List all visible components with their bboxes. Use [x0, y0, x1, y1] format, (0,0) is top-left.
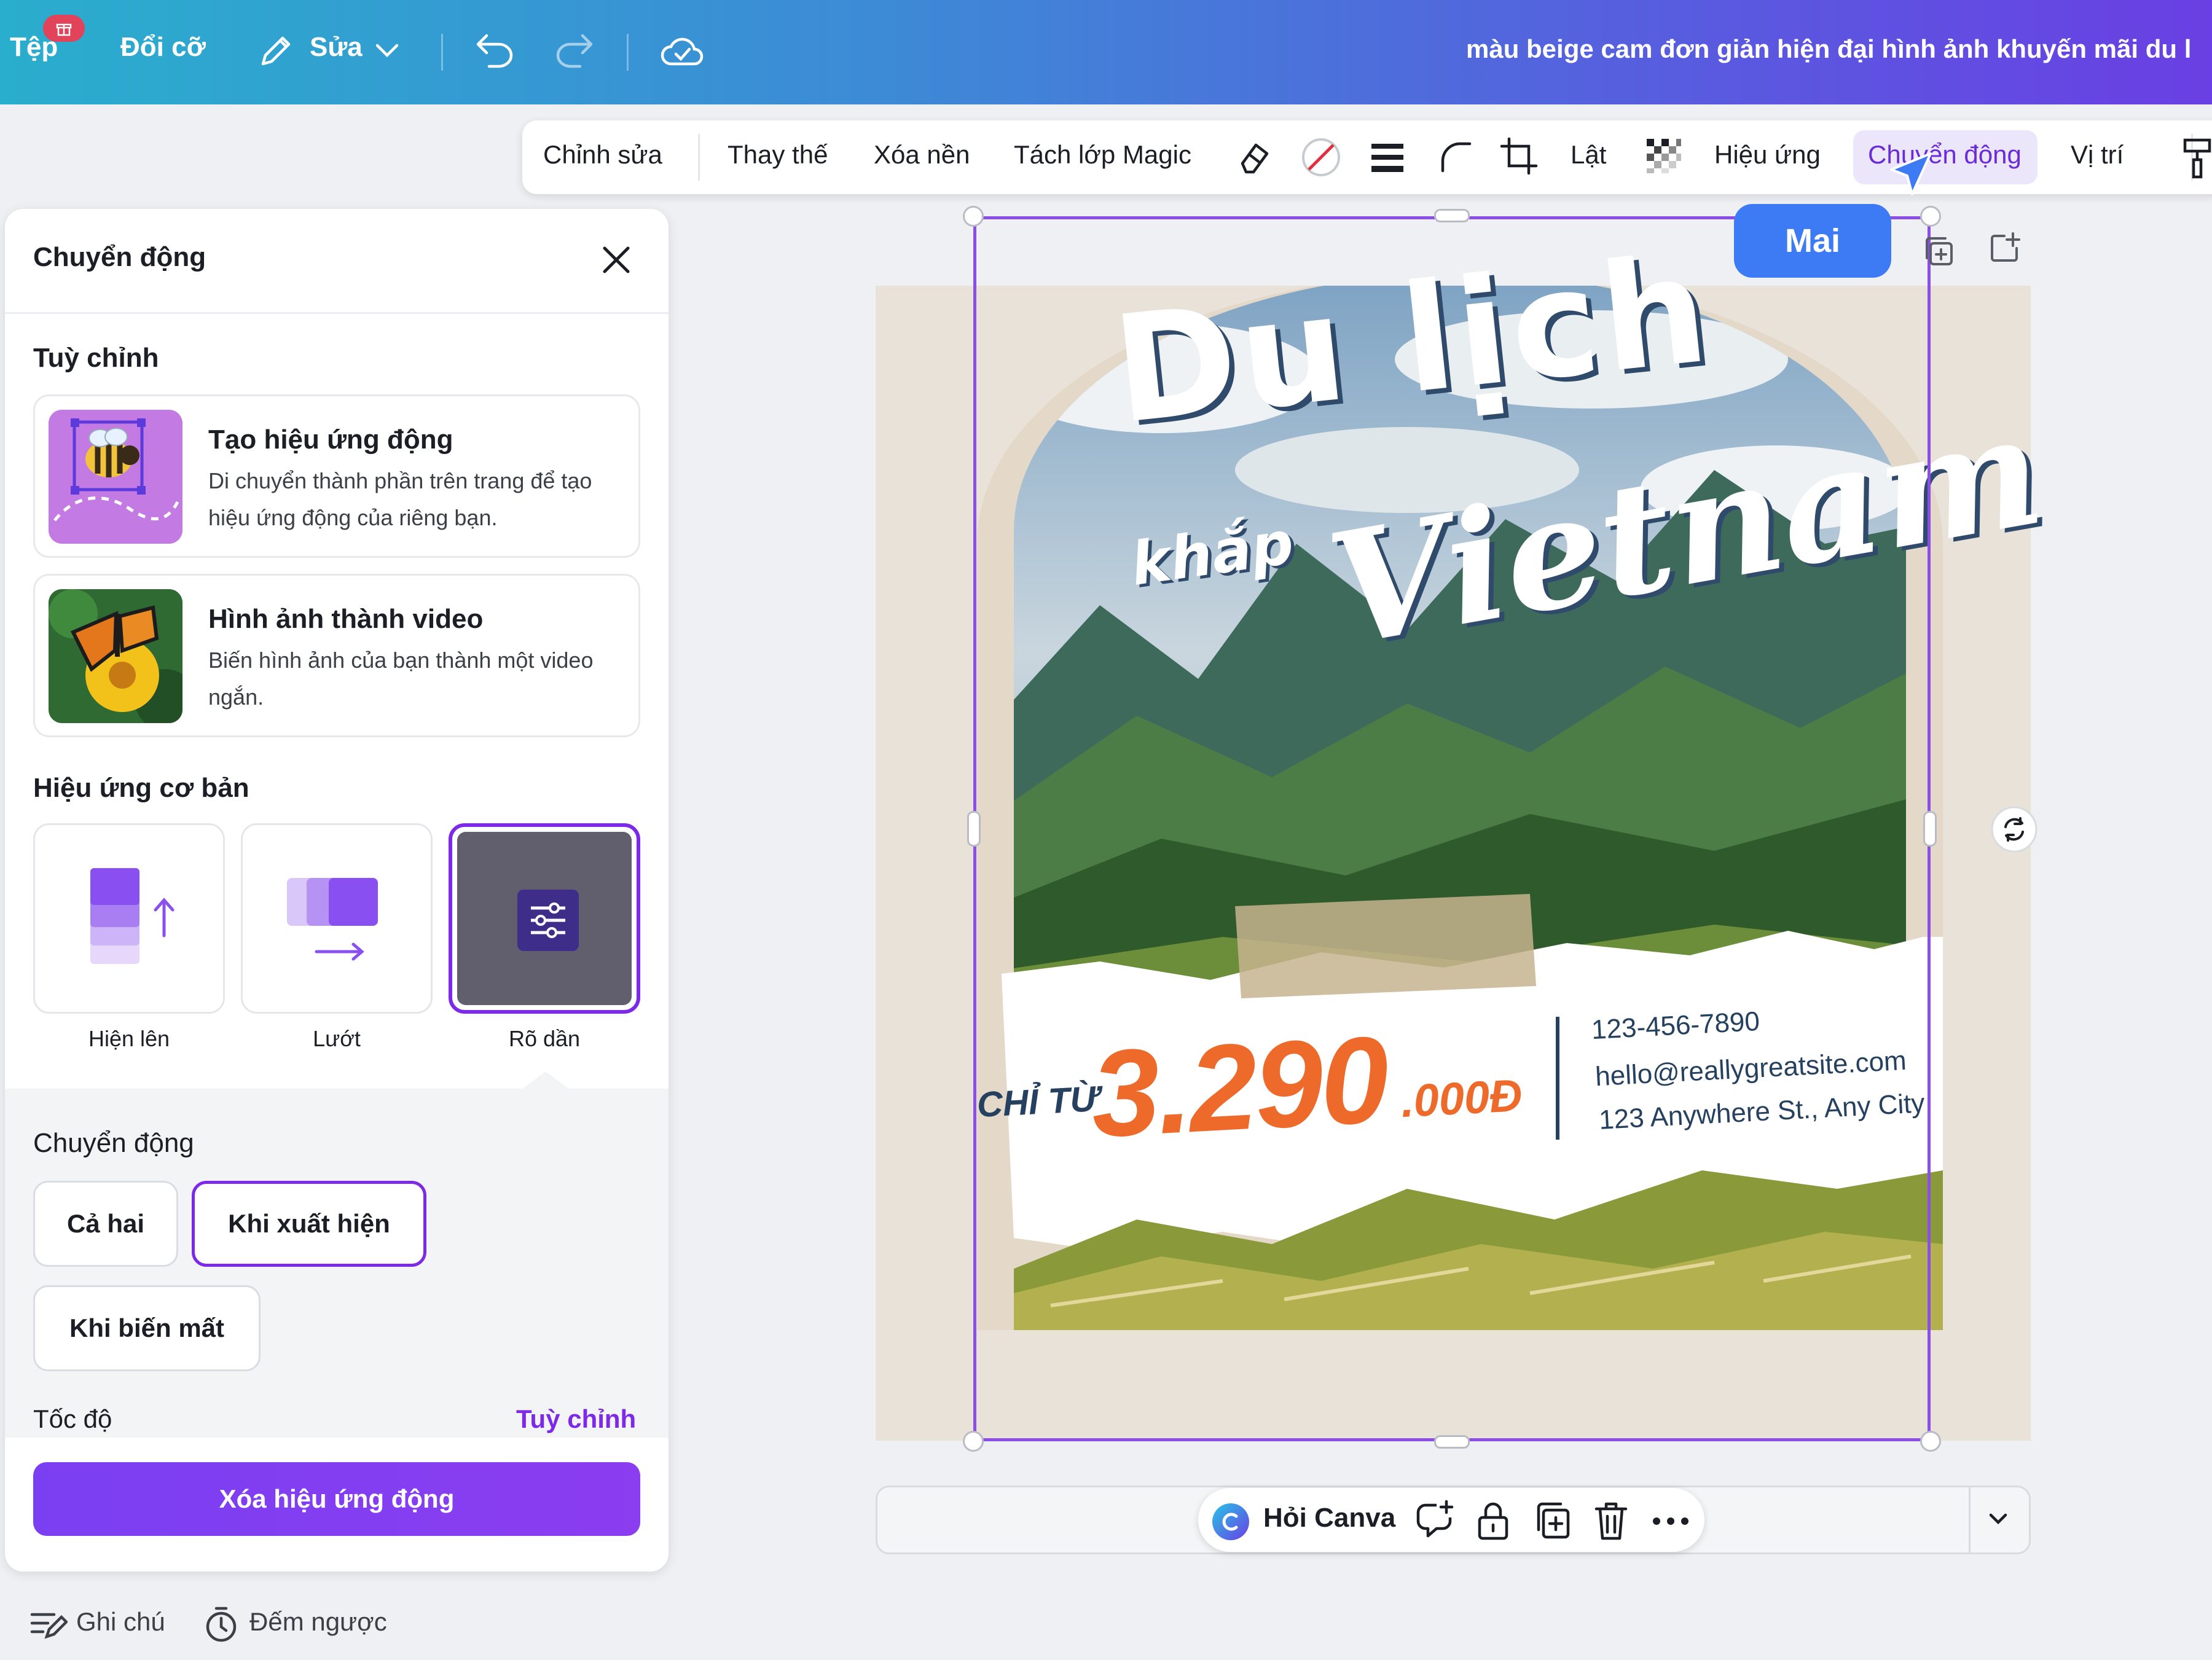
- lock-icon[interactable]: [1475, 1499, 1512, 1545]
- cursor-arrow-icon: [1888, 151, 1937, 209]
- edit-menu[interactable]: Sửa: [310, 32, 363, 63]
- redo-icon[interactable]: [552, 29, 596, 72]
- panel-title: Chuyển động: [33, 242, 206, 272]
- undo-icon[interactable]: [473, 29, 517, 72]
- edit-menu-label: Sửa: [310, 32, 363, 62]
- resize-button[interactable]: Đổi cỡ: [120, 32, 206, 63]
- no-color-icon[interactable]: [1300, 136, 1342, 181]
- transparency-icon[interactable]: [1644, 136, 1684, 179]
- pan-icon: [287, 878, 378, 961]
- toolbar-replace[interactable]: Thay thế: [728, 140, 828, 170]
- effect-rise[interactable]: [33, 823, 225, 1014]
- resize-handle-bottom-left[interactable]: [963, 1431, 984, 1452]
- customize-heading: Tuỳ chỉnh: [33, 343, 159, 373]
- gift-icon: [56, 23, 72, 36]
- resize-handle-right[interactable]: [1923, 811, 1937, 847]
- card-description: Biến hình ảnh của bạn thành một video ng…: [208, 648, 594, 710]
- cloud-saved-icon[interactable]: [659, 31, 705, 73]
- resize-handle-top-right[interactable]: [1920, 206, 1941, 227]
- effect-label: Lướt: [313, 1026, 361, 1051]
- comment-add-icon[interactable]: [1414, 1499, 1457, 1545]
- toolbar-divider: [698, 134, 700, 181]
- card-description: Di chuyển thành phần trên trang để tạo h…: [208, 468, 592, 530]
- chevron-down-icon[interactable]: [372, 38, 402, 66]
- canva-assistant-icon[interactable]: [1210, 1501, 1251, 1545]
- effect-pan[interactable]: [241, 823, 433, 1014]
- notification-badge: [43, 15, 85, 42]
- resize-handle-left[interactable]: [967, 811, 981, 847]
- toolbar-flip[interactable]: Lật: [1571, 140, 1606, 170]
- resize-handle-bottom[interactable]: [1434, 1435, 1470, 1449]
- card-title: Hình ảnh thành video: [208, 604, 484, 634]
- animate-panel: Chuyển động Tuỳ chỉnh Tạo hiệu ứng động …: [5, 209, 669, 1572]
- duplicate-icon[interactable]: [1532, 1499, 1573, 1545]
- chevron-down-icon[interactable]: [1981, 1504, 2015, 1537]
- toolbar-position[interactable]: Vị trí: [2071, 140, 2124, 170]
- corner-rounding-icon[interactable]: [1435, 136, 1475, 179]
- resize-label: Đổi cỡ: [120, 32, 206, 62]
- speed-label: Tốc độ: [33, 1404, 112, 1433]
- basic-effects-heading: Hiệu ứng cơ bản: [33, 773, 249, 803]
- topbar-divider: [627, 34, 629, 71]
- card-title: Tạo hiệu ứng động: [208, 425, 453, 455]
- motion-on-exit[interactable]: Khi biến mất: [33, 1285, 261, 1371]
- duplicate-page-icon[interactable]: [1921, 233, 1958, 273]
- create-animation-card[interactable]: Tạo hiệu ứng động Di chuyển thành phần t…: [33, 394, 640, 558]
- resize-handle-bottom-right[interactable]: [1920, 1431, 1941, 1452]
- motion-on-enter-selected[interactable]: Khi xuất hiện: [192, 1181, 426, 1267]
- resize-handle-top-left[interactable]: [963, 206, 984, 227]
- element-toolbar: Chỉnh sửa Thay thế Xóa nền Tách lớp Magi…: [522, 120, 2212, 194]
- resize-handle-top[interactable]: [1434, 209, 1470, 222]
- border-weight-icon[interactable]: [1368, 139, 1407, 181]
- rise-icon: [90, 868, 175, 964]
- collaborator-tag: Mai: [1734, 204, 1891, 278]
- bee-thumbnail: [49, 410, 182, 544]
- ask-canva-button[interactable]: Hỏi Canva: [1263, 1503, 1395, 1533]
- motion-label: Chuyển động: [33, 1128, 194, 1158]
- effect-fade-selected[interactable]: [449, 823, 640, 1014]
- butterfly-thumbnail: [49, 589, 182, 723]
- toolbar-remove-bg[interactable]: Xóa nền: [874, 140, 970, 170]
- effect-label: Hiện lên: [88, 1026, 170, 1051]
- sliders-icon: [517, 890, 579, 951]
- timer-button[interactable]: Đếm ngược: [249, 1607, 387, 1637]
- crop-icon[interactable]: [1499, 136, 1540, 180]
- panel-divider: [5, 312, 669, 314]
- add-page-icon[interactable]: [1986, 230, 2023, 270]
- top-bar: Tệp Đổi cỡ Sửa màu beige cam đơn giản hi…: [0, 0, 2212, 104]
- rotate-icon[interactable]: [1990, 805, 2039, 857]
- notes-button[interactable]: Ghi chú: [76, 1607, 165, 1637]
- image-to-video-card[interactable]: Hình ảnh thành video Biến hình ảnh của b…: [33, 574, 640, 737]
- toolbar-magic-grab[interactable]: Tách lớp Magic: [1014, 140, 1191, 170]
- toolbar-edit[interactable]: Chỉnh sửa: [543, 140, 662, 170]
- toolbar-effects[interactable]: Hiệu ứng: [1714, 140, 1821, 170]
- selection-frame: [973, 216, 1931, 1441]
- effect-fade-preview: [457, 832, 632, 1005]
- trash-icon[interactable]: [1593, 1499, 1630, 1545]
- pencil-icon[interactable]: [257, 31, 296, 73]
- document-title[interactable]: màu beige cam đơn giản hiện đại hình ảnh…: [1466, 34, 2191, 64]
- eraser-icon[interactable]: [1235, 136, 1276, 180]
- close-icon[interactable]: [600, 243, 633, 280]
- topbar-divider: [441, 34, 443, 71]
- canvas-bar-divider: [1969, 1487, 1971, 1553]
- speed-customize-link[interactable]: Tuỳ chỉnh: [516, 1404, 636, 1434]
- more-options-icon[interactable]: [1650, 1509, 1691, 1537]
- paint-format-icon[interactable]: [2181, 136, 2212, 182]
- motion-both[interactable]: Cả hai: [33, 1181, 178, 1267]
- remove-animation-button[interactable]: Xóa hiệu ứng động: [33, 1462, 640, 1536]
- effect-label: Rõ dần: [508, 1026, 581, 1051]
- timer-icon[interactable]: [203, 1606, 240, 1647]
- pointer-notch: [521, 1071, 570, 1090]
- notes-icon[interactable]: [28, 1606, 69, 1646]
